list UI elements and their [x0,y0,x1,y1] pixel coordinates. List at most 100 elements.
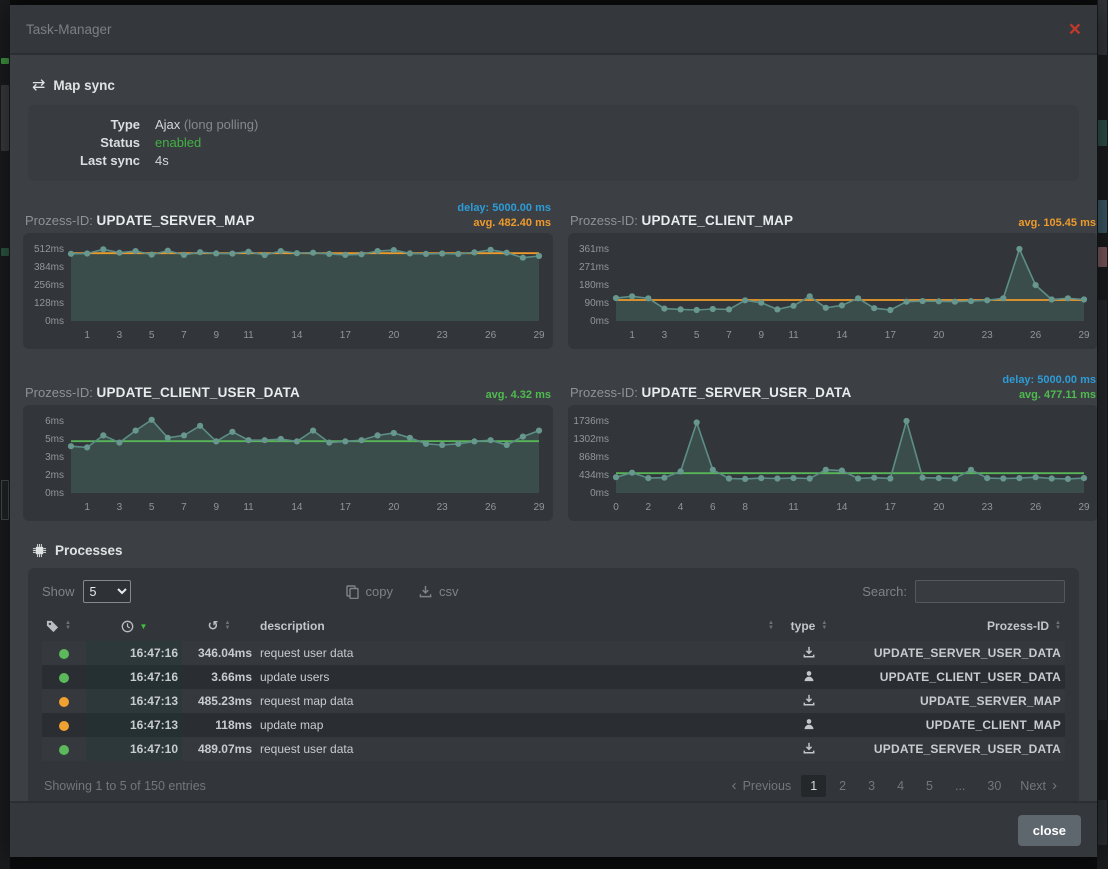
table-row[interactable]: 16:47:163.66msupdate usersUPDATE_CLIENT_… [42,665,1065,689]
sort-description-caret[interactable]: ▲▼ [756,621,774,631]
swap-arrows-icon: ⇄ [32,75,45,95]
description-cell: request user data [256,641,752,665]
backdrop-left [0,0,10,869]
table-header-row: ▲▼ ▼ ↺ ▲▼ [42,613,1065,641]
info-row-lastsync: Last sync 4s [44,152,1063,170]
table-footer: Showing 1 to 5 of 150 entries ‹ Previous… [42,773,1065,801]
table-row[interactable]: 16:47:10489.07msrequest user dataUPDATE_… [42,737,1065,761]
svg-text:14: 14 [836,502,848,513]
svg-text:6ms: 6ms [45,416,64,427]
svg-text:128ms: 128ms [34,298,64,309]
sort-duration[interactable]: ↺ ▲▼ [186,618,252,634]
pagination-previous[interactable]: ‹ Previous [726,775,798,797]
svg-text:11: 11 [788,330,799,341]
svg-text:3: 3 [117,330,123,341]
pagination-page[interactable]: ... [946,775,974,797]
svg-text:361ms: 361ms [579,244,609,255]
svg-text:23: 23 [982,330,994,341]
duration-cell: 489.07ms [182,737,256,761]
spacer-cell [752,641,778,665]
csv-button[interactable]: csv [419,584,459,599]
close-icon[interactable]: × [1069,19,1081,40]
avg-value: avg. 477.11 ms [1019,389,1096,401]
download-icon [419,585,432,598]
duration-cell: 346.04ms [182,641,256,665]
close-button[interactable]: close [1018,815,1081,846]
type-cell [778,665,840,689]
type-cell [778,713,840,737]
svg-text:26: 26 [1030,330,1042,341]
svg-text:17: 17 [885,330,897,341]
type-cell [778,641,840,665]
svg-text:1: 1 [84,330,90,341]
svg-text:7: 7 [726,330,732,341]
table-row[interactable]: 16:47:13118msupdate mapUPDATE_CLIENT_MAP [42,713,1065,737]
svg-text:23: 23 [982,502,994,513]
copy-button[interactable]: copy [346,584,393,599]
svg-text:5: 5 [149,330,155,341]
pagination-page[interactable]: 4 [888,775,913,797]
svg-text:11: 11 [243,502,254,513]
avg-value: avg. 105.45 ms [1018,217,1096,229]
pagination-page[interactable]: 1 [801,775,826,797]
sort-description[interactable]: description [260,619,748,633]
description-cell: update map [256,713,752,737]
info-label: Status [44,134,140,152]
svg-text:17: 17 [885,502,897,513]
status-dot [59,721,69,731]
status-value: enabled [155,134,201,152]
page-size-select[interactable]: 5 [83,580,131,603]
info-row-status: Status enabled [44,134,1063,152]
description-column-label: description [260,619,325,633]
info-label: Type [44,116,140,134]
sort-both-icon: ▲▼ [821,621,827,631]
svg-text:2: 2 [645,502,651,513]
copy-icon [346,585,359,599]
sort-type[interactable]: type ▲▼ [782,619,836,633]
show-label: Show [42,584,75,599]
svg-text:3: 3 [117,502,123,513]
status-dot [59,745,69,755]
info-value: Ajax (long polling) [155,116,258,134]
sort-time[interactable]: ▼ [90,620,178,633]
processes-heading: Processes [32,543,1083,558]
spacer-cell [752,713,778,737]
search-input[interactable] [915,580,1065,603]
pagination-page[interactable]: 2 [830,775,855,797]
download-icon [803,646,815,658]
table-row[interactable]: 16:47:16346.04msrequest user dataUPDATE_… [42,641,1065,665]
type-cell [778,689,840,713]
chart-block: Prozess-ID: UPDATE_CLIENT_USER_DATA avg.… [23,371,553,521]
pagination-page[interactable]: 5 [917,775,942,797]
modal-header: Task-Manager × [10,5,1097,55]
pagination-next[interactable]: Next › [1014,775,1063,797]
svg-text:0ms: 0ms [45,316,64,327]
spacer-cell [752,689,778,713]
svg-text:26: 26 [485,502,497,513]
sort-prozess-id[interactable]: Prozess-ID ▲▼ [844,619,1061,633]
chart-panel: 512ms384ms256ms128ms0ms13579111417202326… [23,233,553,349]
prozess-id-cell: UPDATE_CLIENT_USER_DATA [840,665,1065,689]
history-icon: ↺ [208,618,219,634]
chart-panel: 6ms5ms3ms2ms0ms1357911141720232629 [23,405,553,521]
sort-status[interactable]: ▲▼ [46,620,82,633]
clock-icon [121,620,134,633]
status-dot [59,673,69,683]
svg-text:20: 20 [388,330,400,341]
svg-text:2ms: 2ms [45,470,64,481]
sort-both-icon: ▲▼ [65,621,71,631]
svg-text:9: 9 [758,330,764,341]
svg-text:1: 1 [629,330,635,341]
description-cell: request map data [256,689,752,713]
description-cell: update users [256,665,752,689]
chart-title: Prozess-ID: UPDATE_CLIENT_USER_DATA [25,385,300,401]
chart-block: Prozess-ID: UPDATE_SERVER_MAP delay: 500… [23,199,553,349]
table-row[interactable]: 16:47:13485.23msrequest map dataUPDATE_S… [42,689,1065,713]
pagination-page[interactable]: 3 [859,775,884,797]
svg-text:0ms: 0ms [590,488,609,499]
pagination-page[interactable]: 30 [978,775,1010,797]
user-icon [803,670,815,682]
processes-title: Processes [55,543,123,558]
description-cell: request user data [256,737,752,761]
svg-text:23: 23 [437,502,449,513]
